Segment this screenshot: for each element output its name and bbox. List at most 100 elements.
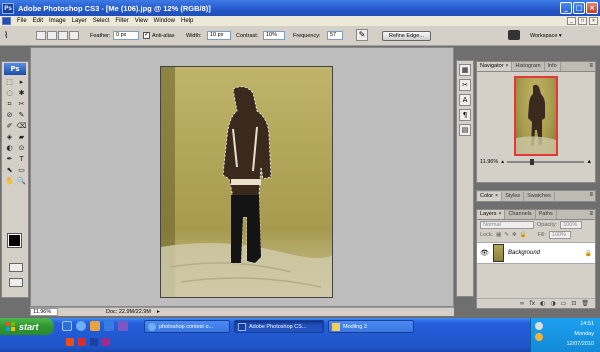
doc-minimize-button[interactable]: _ <box>567 17 576 25</box>
intersect-selection-icon[interactable] <box>69 31 79 40</box>
menu-help[interactable]: Help <box>178 18 196 24</box>
tool-presets-icon[interactable]: ✂ <box>459 79 471 91</box>
quick-mask-icon[interactable] <box>9 263 23 272</box>
lasso-tool-icon[interactable]: ⌇ <box>4 30 8 41</box>
fill-input[interactable]: 100% <box>549 231 571 239</box>
subtract-selection-icon[interactable] <box>58 31 68 40</box>
menu-view[interactable]: View <box>132 18 151 24</box>
network-icon[interactable] <box>535 322 543 330</box>
menu-file[interactable]: File <box>14 18 30 24</box>
quick-launch-icon[interactable] <box>78 338 86 346</box>
lock-all-icon[interactable]: 🔒 <box>520 232 527 238</box>
document-canvas[interactable] <box>160 66 333 298</box>
screen-mode-icon[interactable] <box>9 278 23 287</box>
zoom-tool-icon[interactable]: 🔍 <box>16 176 27 186</box>
brushes-panel-icon[interactable]: ▦ <box>459 64 471 76</box>
quick-launch-icon[interactable] <box>66 338 74 346</box>
clone-stamp-icon[interactable]: ✐ <box>4 121 15 131</box>
hand-tool-icon[interactable]: ✋ <box>4 176 15 186</box>
layer-mask-icon[interactable]: ◐ <box>540 300 545 307</box>
tab-histogram[interactable]: Histogram <box>512 62 545 71</box>
gradient-tool-icon[interactable]: ▰ <box>16 132 27 142</box>
document-icon[interactable] <box>2 17 11 25</box>
lock-position-icon[interactable]: ✥ <box>512 232 517 238</box>
lock-image-icon[interactable]: ✎ <box>504 232 509 238</box>
panel-menu-icon[interactable]: ≡ <box>589 211 593 217</box>
eraser-tool-icon[interactable]: ◈ <box>4 132 15 142</box>
new-group-icon[interactable]: ▭ <box>561 300 567 307</box>
type-tool-icon[interactable]: T <box>16 154 27 164</box>
show-desktop-icon[interactable] <box>62 321 72 331</box>
slider-thumb[interactable] <box>529 159 534 165</box>
tablet-pressure-icon[interactable]: ✎ <box>356 29 368 41</box>
layer-style-icon[interactable]: fx <box>530 300 536 307</box>
menu-window[interactable]: Window <box>151 18 178 24</box>
tab-color[interactable]: Color × <box>477 192 503 201</box>
eye-icon[interactable]: 👁 <box>480 249 489 258</box>
menu-select[interactable]: Select <box>90 18 113 24</box>
navigator-zoom[interactable]: 11.96% <box>480 159 498 165</box>
volume-icon[interactable] <box>535 333 543 341</box>
lasso-tool-icon[interactable]: ◌ <box>4 88 15 98</box>
marquee-tool-icon[interactable]: ⬚ <box>4 77 15 87</box>
dodge-tool-icon[interactable]: ⊙ <box>16 143 27 153</box>
layer-row-background[interactable]: 👁 Background 🔒 <box>477 242 595 264</box>
foreground-color-swatch[interactable] <box>7 233 22 248</box>
navigator-zoom-slider[interactable] <box>507 159 584 165</box>
navigator-thumbnail[interactable] <box>514 76 558 156</box>
menu-filter[interactable]: Filter <box>112 18 131 24</box>
tab-channels[interactable]: Channels <box>505 210 536 219</box>
blur-tool-icon[interactable]: ◐ <box>4 143 15 153</box>
quick-launch-icon[interactable] <box>104 321 114 331</box>
taskbar-item-browser[interactable]: photoshop contest o... <box>144 320 230 333</box>
taskbar-item-folder[interactable]: Modling 3 <box>328 320 414 333</box>
tab-navigator[interactable]: Navigator × <box>477 62 513 71</box>
opacity-input[interactable]: 100% <box>560 221 583 229</box>
tab-paths[interactable]: Paths <box>536 210 557 219</box>
quick-launch-icon[interactable] <box>118 321 128 331</box>
new-selection-icon[interactable] <box>36 31 46 40</box>
slice-tool-icon[interactable]: ✂ <box>16 99 27 109</box>
pen-tool-icon[interactable]: ✒ <box>4 154 15 164</box>
internet-explorer-icon[interactable] <box>76 321 86 331</box>
clock-time[interactable]: 14:51 <box>580 321 594 327</box>
refine-edge-button[interactable]: Refine Edge... <box>382 31 431 41</box>
workspace-icon[interactable] <box>508 30 520 40</box>
zoom-in-icon[interactable]: ▲ <box>587 159 592 165</box>
taskbar-item-photoshop[interactable]: Adobe Photoshop CS... <box>234 320 324 333</box>
minimize-button[interactable]: _ <box>560 2 572 14</box>
frequency-input[interactable]: 57 <box>327 31 343 40</box>
panel-menu-icon[interactable]: ≡ <box>589 192 593 198</box>
maximize-button[interactable]: □ <box>573 2 585 14</box>
width-input[interactable]: 10 px <box>207 31 231 40</box>
lock-transparency-icon[interactable]: ▦ <box>496 232 501 238</box>
quick-launch-icon[interactable] <box>102 338 110 346</box>
quick-launch-icon[interactable] <box>90 338 98 346</box>
new-layer-icon[interactable]: ⊡ <box>571 300 576 307</box>
link-layers-icon[interactable]: ∞ <box>520 300 525 307</box>
adjustment-layer-icon[interactable]: ◑ <box>550 300 555 307</box>
healing-brush-icon[interactable]: ⊘ <box>4 110 15 120</box>
tab-styles[interactable]: Styles <box>502 192 525 201</box>
menu-edit[interactable]: Edit <box>30 18 46 24</box>
status-arrow-icon[interactable]: ▸ <box>157 309 160 315</box>
crop-tool-icon[interactable]: ⌗ <box>4 99 15 109</box>
doc-close-button[interactable]: × <box>589 17 598 25</box>
feather-input[interactable]: 0 px <box>113 31 139 40</box>
delete-layer-icon[interactable]: 🗑 <box>581 300 589 307</box>
paragraph-panel-icon[interactable]: ¶ <box>459 109 471 121</box>
history-brush-icon[interactable]: ⌫ <box>16 121 27 131</box>
shape-tool-icon[interactable]: ▭ <box>16 165 27 175</box>
add-selection-icon[interactable] <box>47 31 57 40</box>
zoom-field[interactable]: 11.96% <box>30 308 58 316</box>
doc-restore-button[interactable]: □ <box>578 17 587 25</box>
tab-swatches[interactable]: Swatches <box>524 192 555 201</box>
antialias-checkbox[interactable]: ✓ <box>143 32 150 39</box>
menu-layer[interactable]: Layer <box>69 18 90 24</box>
tab-info[interactable]: Info <box>545 62 561 71</box>
close-button[interactable]: × <box>586 2 598 14</box>
move-tool-icon[interactable]: ▸ <box>16 77 27 87</box>
zoom-out-icon[interactable]: ▴ <box>501 159 504 165</box>
history-panel-icon[interactable]: ▤ <box>459 124 471 136</box>
tab-layers[interactable]: Layers × <box>477 210 506 219</box>
